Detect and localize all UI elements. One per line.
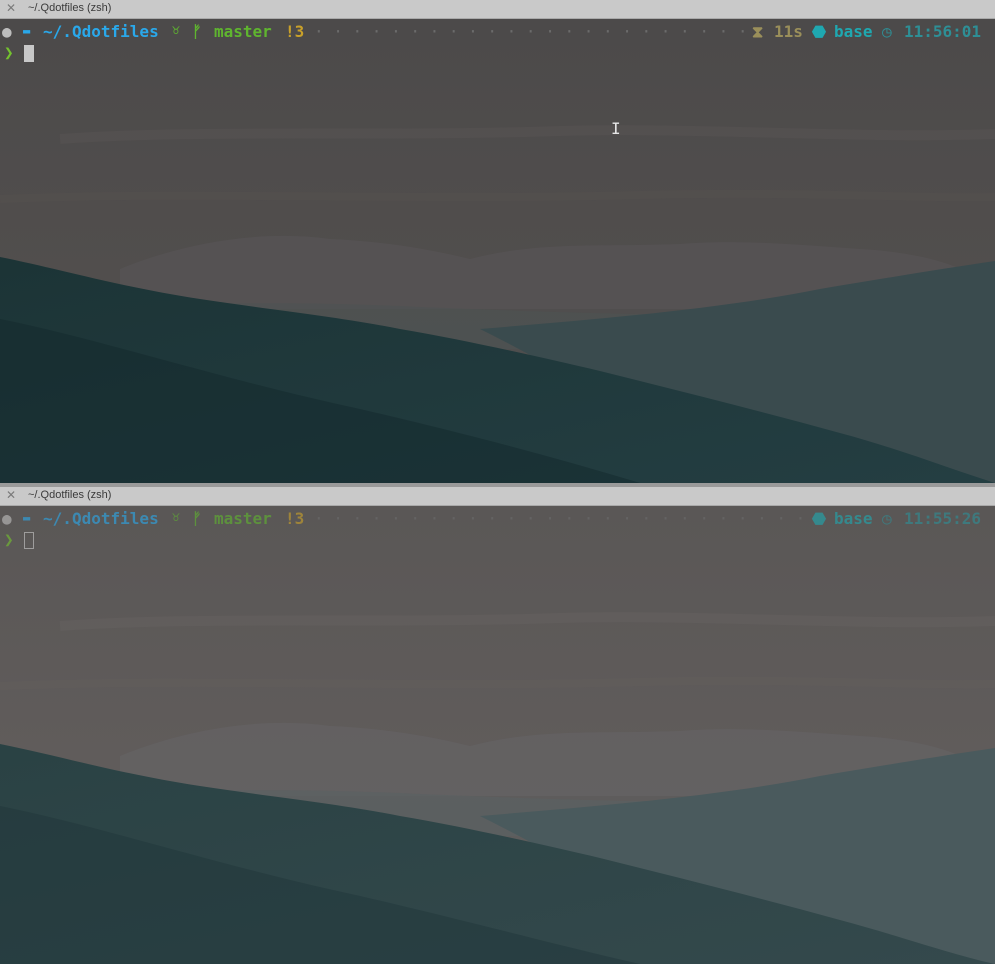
git-status: !3 xyxy=(285,509,305,528)
text-cursor xyxy=(24,45,34,62)
git-branch: master xyxy=(214,509,272,528)
terminal-content[interactable]: ● ▬ ~/. Qdotfiles ♉ ᚠ master !3 · · · · … xyxy=(0,506,995,964)
prompt-line: ● ▬ ~/. Qdotfiles ♉ ᚠ master !3 · · · · … xyxy=(0,22,995,42)
folder-icon: ▬ xyxy=(23,511,31,525)
git-status: !3 xyxy=(285,22,305,41)
conda-env: base xyxy=(834,22,873,41)
path-directory: Qdotfiles xyxy=(72,22,159,41)
path-prefix: ~/. xyxy=(43,22,72,41)
apple-icon: ● xyxy=(2,509,12,528)
tab-bar: ✕ ~/.Qdotfiles (zsh) xyxy=(0,487,995,506)
terminal-pane-bottom[interactable]: ✕ ~/.Qdotfiles (zsh) ● ▬ ~/. Qdotfiles ♉… xyxy=(0,487,995,964)
close-icon[interactable]: ✕ xyxy=(6,488,16,502)
prompt-char: ❯ xyxy=(4,43,14,62)
command-duration: 11s xyxy=(774,22,803,41)
terminal-pane-top[interactable]: ✕ ~/.Qdotfiles (zsh) ● ▬ ~/. Qdotfiles ♉… xyxy=(0,0,995,483)
close-icon[interactable]: ✕ xyxy=(6,1,16,15)
clock-icon: ◷ xyxy=(882,509,892,528)
prompt-filler: · · · · · · · · · · · · · · · · · · · · … xyxy=(314,509,804,528)
ibeam-cursor-icon: I xyxy=(611,119,621,138)
apple-icon: ● xyxy=(2,22,12,41)
branch-icon: ᚠ xyxy=(192,22,202,41)
prompt-filler: · · · · · · · · · · · · · · · · · · · · … xyxy=(314,22,744,41)
github-icon: ♉ xyxy=(172,510,180,525)
git-branch: master xyxy=(214,22,272,41)
conda-icon: ⬣ xyxy=(812,22,826,41)
tab-bar: ✕ ~/.Qdotfiles (zsh) xyxy=(0,0,995,19)
conda-icon: ⬣ xyxy=(812,509,826,528)
prompt-line: ● ▬ ~/. Qdotfiles ♉ ᚠ master !3 · · · · … xyxy=(0,509,995,529)
text-cursor xyxy=(24,532,34,549)
folder-icon: ▬ xyxy=(23,24,31,38)
hourglass-icon: ⧗ xyxy=(752,22,764,41)
prompt-time: 11:56:01 xyxy=(904,22,982,41)
path-directory: Qdotfiles xyxy=(72,509,159,528)
terminal-content[interactable]: ● ▬ ~/. Qdotfiles ♉ ᚠ master !3 · · · · … xyxy=(0,19,995,483)
tab-title[interactable]: ~/.Qdotfiles (zsh) xyxy=(28,489,111,501)
branch-icon: ᚠ xyxy=(192,509,202,528)
clock-icon: ◷ xyxy=(882,22,892,41)
tab-title[interactable]: ~/.Qdotfiles (zsh) xyxy=(28,2,111,14)
prompt-time: 11:55:26 xyxy=(904,509,982,528)
path-prefix: ~/. xyxy=(43,509,72,528)
prompt-char: ❯ xyxy=(4,530,14,549)
conda-env: base xyxy=(834,509,873,528)
github-icon: ♉ xyxy=(172,23,180,38)
